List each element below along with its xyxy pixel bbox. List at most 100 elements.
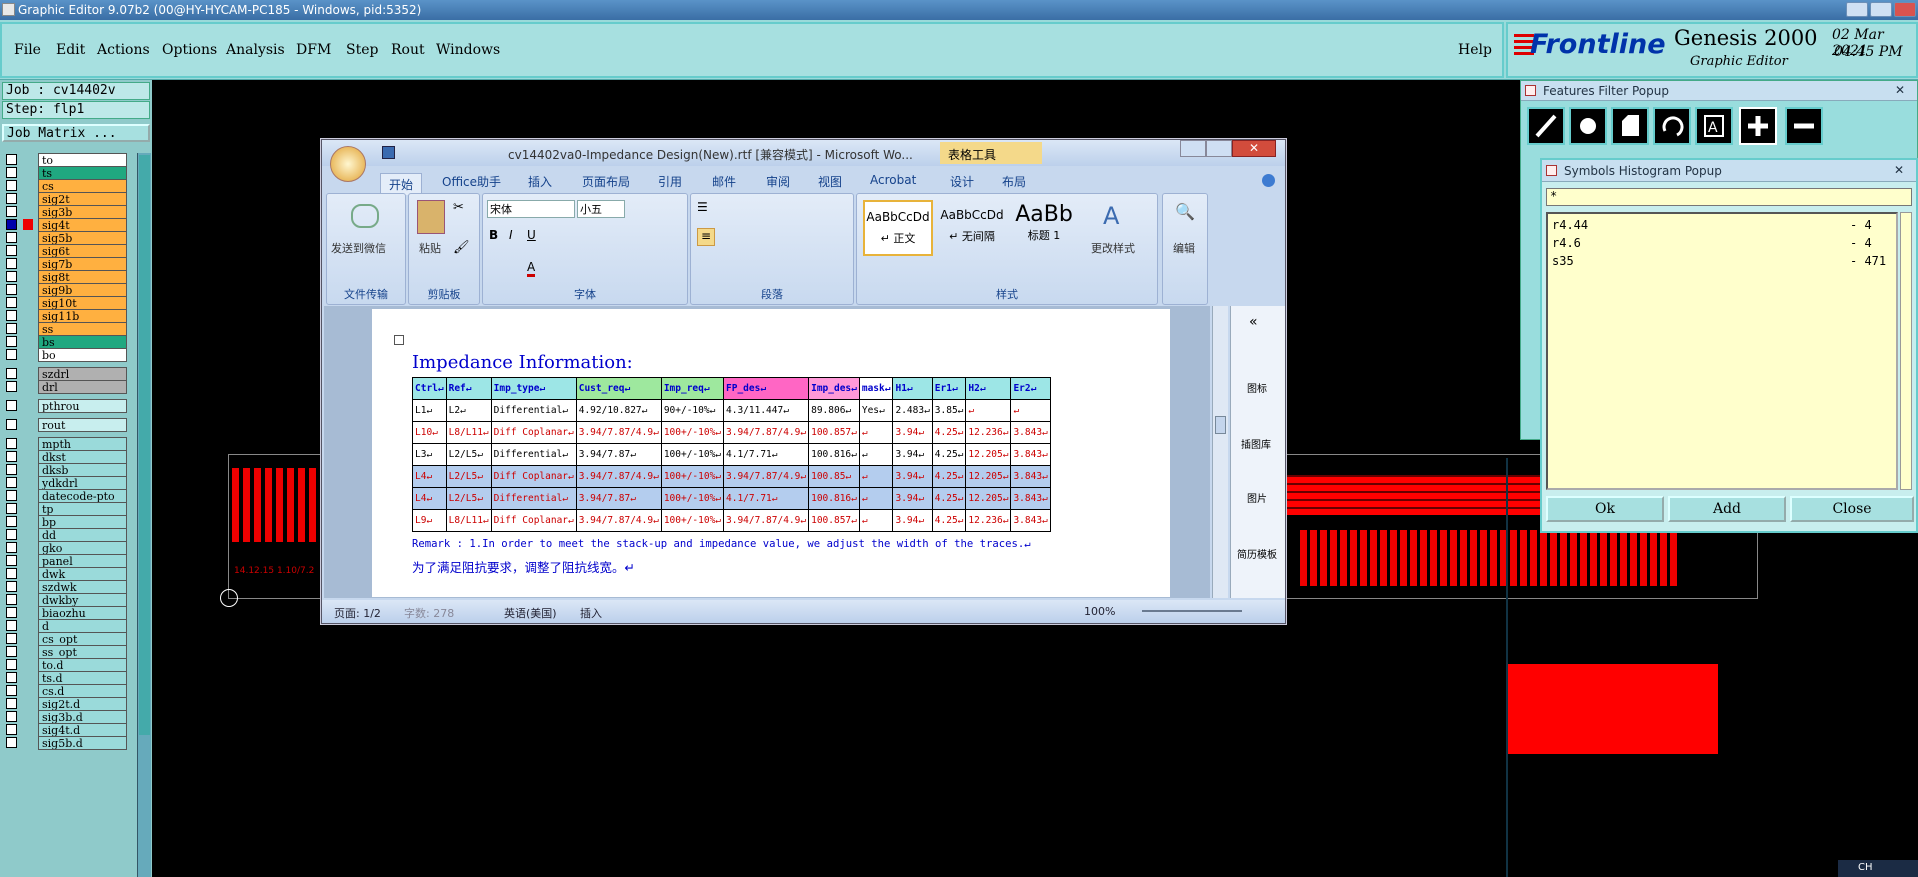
layer-checkbox[interactable] xyxy=(6,245,17,256)
table-cell[interactable]: ↵ xyxy=(965,399,1012,422)
layer-checkbox[interactable] xyxy=(6,193,17,204)
table-cell[interactable]: 12.205↵ xyxy=(965,487,1012,510)
menu-windows[interactable]: Windows xyxy=(436,42,500,58)
cut-icon[interactable]: ✂ xyxy=(453,200,464,215)
table-cell[interactable]: L2/L5↵ xyxy=(445,487,492,510)
layer-row-dwk[interactable]: dwk xyxy=(6,567,127,581)
layer-checkbox[interactable] xyxy=(6,349,17,360)
layer-name[interactable]: to xyxy=(38,153,127,167)
menu-actions[interactable]: Actions xyxy=(97,42,150,58)
layer-list-scrollbar[interactable] xyxy=(137,153,151,877)
edit-button[interactable]: 编辑 xyxy=(1173,240,1195,256)
layer-name[interactable]: sig5b.d xyxy=(38,736,127,750)
table-cell[interactable]: L2/L5↵ xyxy=(445,465,492,488)
table-cell[interactable]: Yes↵ xyxy=(858,399,894,422)
arc-filter-button[interactable] xyxy=(1653,107,1691,145)
underline-button[interactable]: U xyxy=(527,228,536,242)
send-to-wechat-button[interactable]: 发送到微信 xyxy=(331,240,386,256)
word-count[interactable]: 字数: 278 xyxy=(404,605,454,621)
layer-name[interactable]: d xyxy=(38,619,127,633)
layer-row-mpth[interactable]: mpth xyxy=(6,437,127,451)
layer-row-bp[interactable]: bp xyxy=(6,515,127,529)
table-cell[interactable]: 3.843↵ xyxy=(1010,421,1051,444)
layer-row-ts[interactable]: ts xyxy=(6,166,127,180)
layer-name[interactable]: sig7b xyxy=(38,257,127,271)
table-cell[interactable]: 3.843↵ xyxy=(1010,509,1051,532)
layer-row-tp[interactable]: tp xyxy=(6,502,127,516)
layer-checkbox[interactable] xyxy=(6,529,17,540)
layer-row-panel[interactable]: panel xyxy=(6,554,127,568)
layer-checkbox[interactable] xyxy=(6,711,17,722)
symbol-row[interactable]: r4.44 - 4 xyxy=(1552,218,1892,234)
zoom-level[interactable]: 100% xyxy=(1084,605,1115,618)
word-close-button[interactable]: ✕ xyxy=(1232,140,1276,157)
layer-name[interactable]: drl xyxy=(38,380,127,394)
layer-name[interactable]: dkst xyxy=(38,450,127,464)
layer-name[interactable]: gko xyxy=(38,541,127,555)
table-cell[interactable]: 12.205↵ xyxy=(965,443,1012,466)
layer-checkbox[interactable] xyxy=(6,368,17,379)
table-cell[interactable]: L9↵ xyxy=(412,509,447,532)
layer-checkbox[interactable] xyxy=(6,672,17,683)
table-cell[interactable]: 3.843↵ xyxy=(1010,465,1051,488)
layer-name[interactable]: sig10t xyxy=(38,296,127,310)
symbol-list-scrollbar[interactable] xyxy=(1900,212,1912,490)
table-cell[interactable]: 3.94/7.87/4.9↵ xyxy=(723,509,810,532)
table-cell[interactable]: L8/L11↵ xyxy=(445,421,492,444)
layer-row-sig3b-d[interactable]: sig3b.d xyxy=(6,710,127,724)
layer-name[interactable]: dwk xyxy=(38,567,127,581)
layer-checkbox[interactable] xyxy=(6,607,17,618)
table-row[interactable]: L4↵ L2/L5↵ Diff Coplanar↵ 3.94/7.87/4.9↵ 100… xyxy=(412,465,1051,488)
minimize-button[interactable] xyxy=(1846,2,1868,17)
table-cell[interactable]: 4.92/10.827↵ xyxy=(575,399,662,422)
page-count[interactable]: 页面: 1/2 xyxy=(334,605,381,621)
layer-row-biaozhu[interactable]: biaozhu xyxy=(6,606,127,620)
table-cell[interactable]: L4↵ xyxy=(412,465,447,488)
table-cell[interactable]: ↵ xyxy=(858,509,894,532)
layer-name[interactable]: ss xyxy=(38,322,127,336)
layer-checkbox[interactable] xyxy=(6,180,17,191)
layer-checkbox[interactable] xyxy=(6,659,17,670)
job-matrix-button[interactable]: Job Matrix ... xyxy=(2,124,150,142)
font-name-select[interactable]: 宋体 xyxy=(487,200,575,218)
layer-row-sig6t[interactable]: sig6t xyxy=(6,244,127,258)
menu-help[interactable]: Help xyxy=(1458,42,1492,58)
table-cell[interactable]: 3.94/7.87/4.9↵ xyxy=(723,421,810,444)
table-cell[interactable]: 100.816↵ xyxy=(808,487,860,510)
layer-row-to-d[interactable]: to.d xyxy=(6,658,127,672)
layer-checkbox[interactable] xyxy=(6,258,17,269)
layer-name[interactable]: bs xyxy=(38,335,127,349)
surface-filter-button[interactable] xyxy=(1611,107,1649,145)
table-cell[interactable]: 3.94/7.87/4.9↵ xyxy=(575,509,662,532)
table-cell[interactable]: 3.843↵ xyxy=(1010,443,1051,466)
table-cell[interactable]: 3.94↵ xyxy=(892,443,933,466)
language-status[interactable]: 英语(美国) xyxy=(504,605,557,621)
positive-filter-button[interactable] xyxy=(1739,107,1777,145)
table-cell[interactable]: 100+/-10%↵ xyxy=(660,487,725,510)
layer-name[interactable]: datecode-pto xyxy=(38,489,127,503)
pictures-button[interactable]: 图片 xyxy=(1247,490,1267,505)
menu-rout[interactable]: Rout xyxy=(391,42,425,58)
table-row[interactable]: L4↵ L2/L5↵ Differential↵ 3.94/7.87↵ 100+/-10… xyxy=(412,487,1051,510)
table-cell[interactable]: L1↵ xyxy=(412,399,447,422)
table-row[interactable]: L9↵ L8/L11↵ Diff Coplanar↵ 3.94/7.87/4.9↵ 10… xyxy=(412,509,1051,532)
help-icon[interactable] xyxy=(1262,174,1275,187)
layer-checkbox[interactable] xyxy=(6,685,17,696)
layer-row-sig5b-d[interactable]: sig5b.d xyxy=(6,736,127,750)
language-indicator[interactable]: CH xyxy=(1838,860,1918,877)
table-cell[interactable]: Diff Coplanar↵ xyxy=(490,465,577,488)
layer-checkbox[interactable] xyxy=(6,232,17,243)
menu-analysis[interactable]: Analysis xyxy=(226,42,285,58)
layer-row-dksb[interactable]: dksb xyxy=(6,463,127,477)
font-size-select[interactable]: 小五 xyxy=(577,200,625,218)
table-cell[interactable]: 100+/-10%↵ xyxy=(660,509,725,532)
layer-row-gko[interactable]: gko xyxy=(6,541,127,555)
layer-row-drl[interactable]: drl xyxy=(6,380,127,394)
table-cell[interactable]: 3.94/7.87/4.9↵ xyxy=(723,465,810,488)
layer-checkbox[interactable] xyxy=(6,451,17,462)
layer-name[interactable]: ydkdrl xyxy=(38,476,127,490)
layer-name[interactable]: szdwk xyxy=(38,580,127,594)
table-cell[interactable]: 100+/-10%↵ xyxy=(660,421,725,444)
table-cell[interactable]: 3.94↵ xyxy=(892,487,933,510)
change-styles-button[interactable]: 更改样式 xyxy=(1091,240,1135,256)
